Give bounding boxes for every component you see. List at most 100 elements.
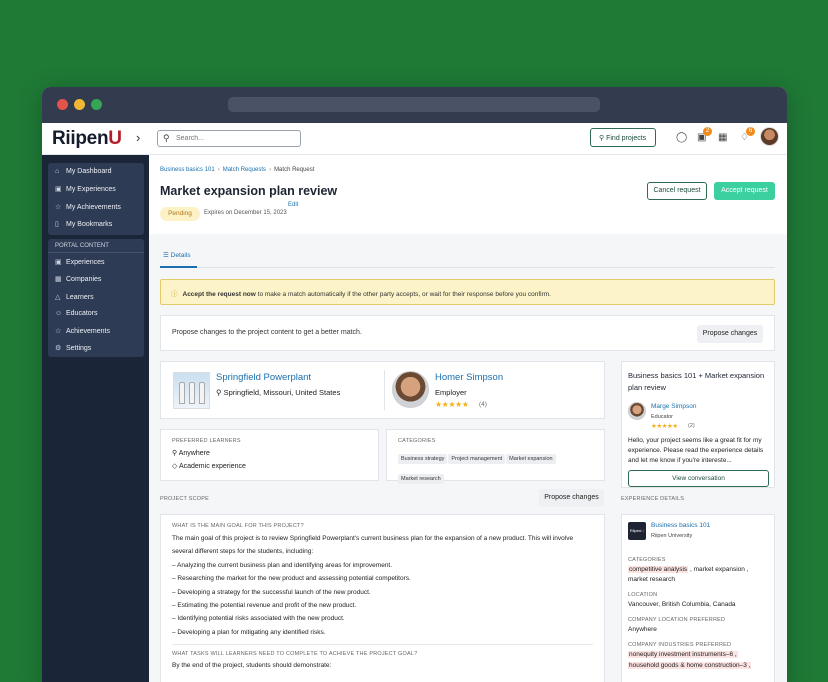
goal-answer: The main goal of this project is to revi… [172, 535, 574, 556]
company-location-label: COMPANY LOCATION PREFERRED [628, 617, 726, 623]
company-name-link[interactable]: Springfield Powerplant [216, 372, 311, 383]
location-pin-icon: ⚲ [172, 450, 178, 457]
sidebar-item-experiences[interactable]: ▣ Experiences [48, 253, 144, 270]
accept-alert: ⓘ Accept the request now to make a match … [160, 279, 775, 305]
info-icon: ⓘ [171, 291, 178, 298]
category-chip: Project management [448, 454, 506, 464]
experience-location: Vancouver, British Columbia, Canada [628, 601, 736, 608]
breadcrumb: Business basics 101 › Match Requests › Match… [160, 167, 314, 173]
experience-categories-label: CATEGORIES [628, 557, 666, 563]
divider [384, 370, 385, 410]
search-input[interactable] [176, 133, 296, 144]
conversation-message: Hello, your project seems like a great f… [628, 437, 764, 464]
propose-changes-panel: Propose changes to the project content t… [160, 315, 775, 351]
industries-label: COMPANY INDUSTRIES PREFERRED [628, 642, 732, 648]
companies-icon: ▦ [55, 276, 62, 284]
accept-request-button[interactable]: Accept request [714, 182, 775, 200]
goal-bullet: – Identifying potential risks associated… [172, 615, 345, 623]
conversation-card: Business basics 101 + Market expansion p… [621, 361, 775, 488]
search-icon: ⚲ [163, 133, 170, 143]
breadcrumb-current: Match Request [274, 167, 315, 173]
educators-icon: ☺ [55, 309, 63, 317]
experience-name-link[interactable]: Business basics 101 [651, 522, 710, 529]
employer-rating-stars: ★★★★★ [435, 400, 469, 409]
page-title: Market expansion plan review [160, 184, 338, 198]
tab-details[interactable]: ☰ Details [160, 246, 197, 268]
sidebar-item-achievements[interactable]: ☆ Achievements [48, 322, 144, 339]
details-icon: ☰ [163, 252, 169, 259]
location-label: LOCATION [628, 592, 658, 598]
inbox-icon[interactable]: ▣ 2 [697, 127, 712, 143]
propose-changes-button[interactable]: Propose changes [697, 325, 763, 343]
achievements-icon: ☆ [55, 328, 62, 336]
tasks-answer: By the end of the project, students shou… [172, 662, 332, 670]
collapse-sidebar-icon[interactable]: › [136, 130, 140, 145]
sidebar-item-educators[interactable]: ☺ Educators [48, 305, 144, 322]
notification-badge: 6 [746, 127, 755, 136]
tab-bar: ☰ Details [160, 246, 775, 268]
goal-bullet: – Developing a strategy for the successf… [172, 588, 371, 596]
sidebar-item-learners[interactable]: △ Learners [48, 288, 144, 305]
bookmark-icon: ▯ [55, 220, 59, 228]
user-avatar[interactable] [760, 127, 779, 146]
divider [172, 644, 593, 646]
preferred-learners-heading: PREFERRED LEARNERS [172, 438, 241, 444]
calendar-icon[interactable]: ▦ [718, 132, 727, 143]
find-projects-button[interactable]: ⚲ Find projects [590, 128, 656, 147]
chevron-right-icon: › [217, 167, 220, 173]
company-logo [173, 372, 210, 409]
educator-name-link[interactable]: Marge Simpson [651, 403, 697, 410]
achievements-icon: ☆ [55, 203, 62, 211]
match-parties-card: Springfield Powerplant ⚲ Springfield, Mi… [160, 361, 605, 419]
company-location-preferred: Anywhere [628, 626, 657, 633]
expiry-date: Expires on December 15, 2023 [204, 210, 287, 216]
sidebar-item-companies[interactable]: ▦ Companies [48, 270, 144, 287]
breadcrumb-experience[interactable]: Business basics 101 [160, 167, 215, 173]
employer-name-link[interactable]: Homer Simpson [435, 372, 503, 383]
graduation-cap-icon: ◇ [172, 463, 178, 470]
location-pin-icon: ⚲ [216, 388, 222, 397]
propose-text: Propose changes to the project content t… [172, 329, 362, 336]
category-chip: Business strategy [398, 454, 448, 464]
preferred-experience: ◇ Academic experience [172, 463, 246, 470]
sidebar-group-personal: ⌂ My Dashboard ▣ My Experiences ☆ My Achiev… [48, 163, 144, 235]
search-box[interactable]: ⚲ [157, 130, 301, 147]
conversation-title: Business basics 101 + Market expansion p… [628, 371, 765, 392]
preferred-learners-card: PREFERRED LEARNERS ⚲ Anywhere ◇ Academic… [160, 429, 379, 481]
employer-photo [392, 371, 429, 408]
educator-rating-stars: ★★★★★ [651, 423, 678, 430]
browser-window: RiipenU › ⚲ ⚲ Find projects ◯ ▣2 ▦ ♢6 ⌂M… [42, 87, 787, 682]
home-icon: ⌂ [55, 168, 60, 175]
goal-bullet: – Estimating the potential revenue and p… [172, 602, 357, 610]
employer-rating-count: (4) [479, 401, 487, 408]
scope-propose-changes-button[interactable]: Propose changes [539, 489, 604, 507]
riipen-logo[interactable]: RiipenU [52, 128, 122, 150]
view-conversation-button[interactable]: View conversation [628, 470, 769, 487]
category-chip: Market expansion [506, 454, 556, 464]
experience-details-heading: EXPERIENCE DETAILS [621, 496, 685, 502]
goal-bullet: – Researching the market for the new pro… [172, 575, 411, 583]
breadcrumb-match-requests[interactable]: Match Requests [223, 167, 266, 173]
sidebar-item-my-bookmarks[interactable]: ▯ My Bookmarks [48, 215, 144, 232]
address-bar[interactable] [228, 97, 600, 112]
sidebar-item-my-achievements[interactable]: ☆ My Achievements [48, 198, 144, 215]
category-chip: Market research [398, 474, 444, 484]
minimize-window-dot[interactable] [74, 99, 85, 110]
edit-link[interactable]: Edit [288, 202, 298, 208]
chat-icon[interactable]: ◯ [676, 132, 687, 143]
experiences-icon: ▣ [55, 259, 62, 266]
close-window-dot[interactable] [57, 99, 68, 110]
goal-bullet: – Analyzing the current business plan an… [172, 561, 393, 569]
sidebar-item-my-dashboard[interactable]: ⌂ My Dashboard [48, 163, 144, 180]
gear-icon: ⚙ [55, 345, 62, 353]
university-logo: RiipenU [628, 522, 646, 540]
educator-rating-count: (2) [688, 423, 695, 429]
sidebar-section-header: PORTAL CONTENT [48, 239, 144, 253]
maximize-window-dot[interactable] [91, 99, 102, 110]
sidebar-item-my-experiences[interactable]: ▣ My Experiences [48, 180, 144, 197]
bell-icon[interactable]: ♢ 6 [740, 127, 755, 143]
educator-role: Educator [651, 414, 674, 420]
cancel-request-button[interactable]: Cancel request [647, 182, 707, 200]
sidebar-item-settings[interactable]: ⚙ Settings [48, 339, 144, 356]
browser-titlebar [42, 87, 787, 123]
